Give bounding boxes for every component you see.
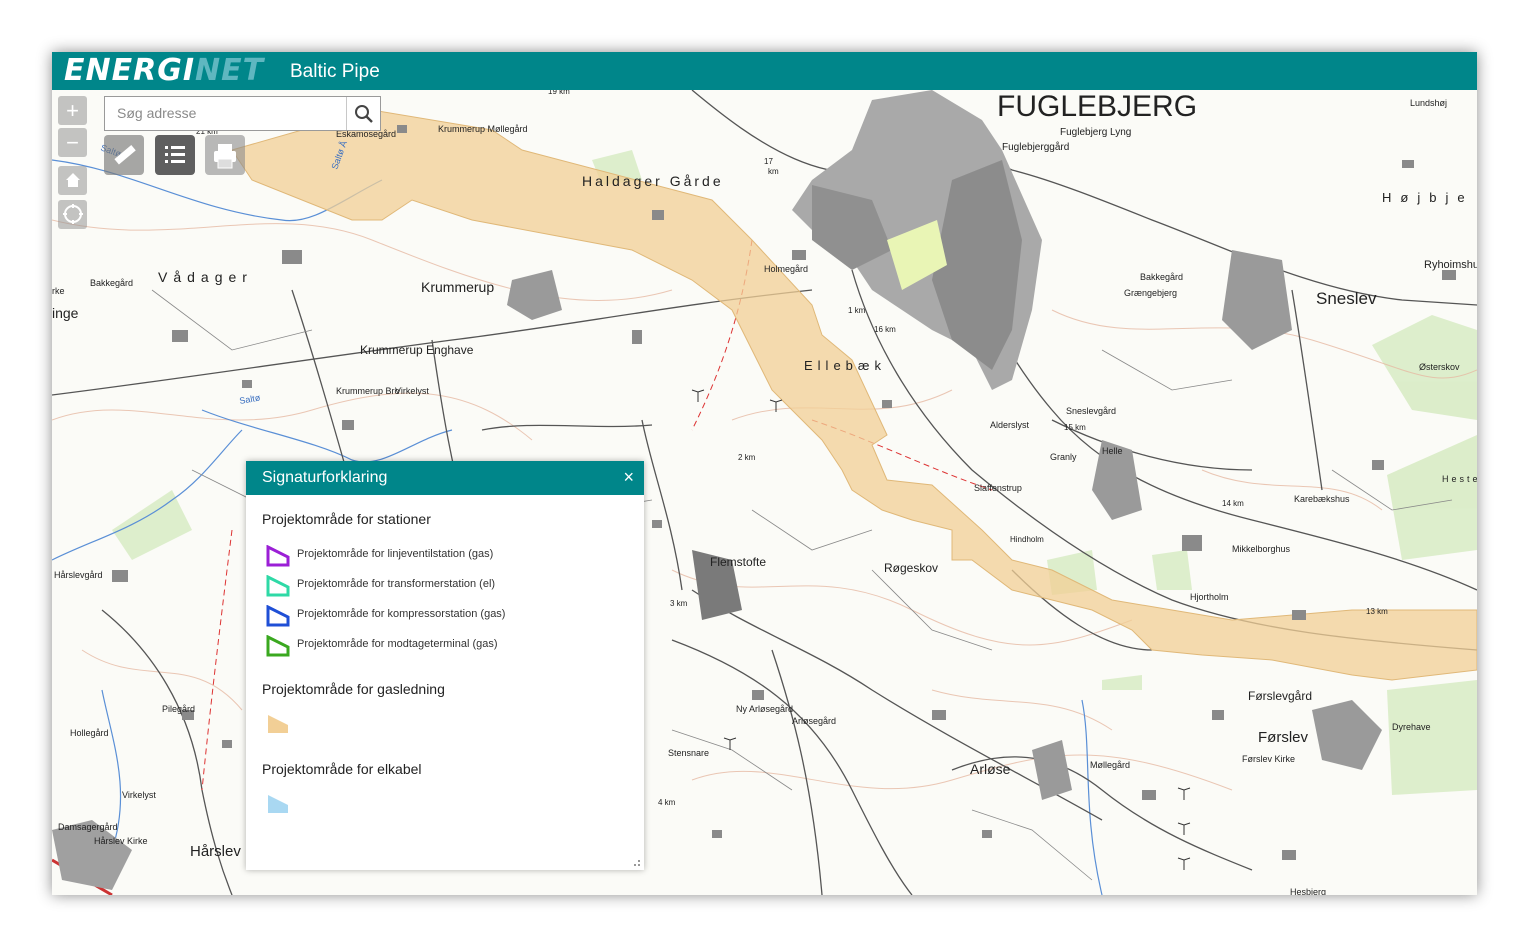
home-icon — [65, 173, 80, 187]
svg-text:Slaffenstrup: Slaffenstrup — [974, 483, 1022, 493]
svg-text:km: km — [768, 167, 779, 176]
svg-text:Hestehave: Hestehave — [1442, 474, 1477, 484]
app-header: ENERGINET Baltic Pipe — [52, 52, 1477, 90]
svg-text:Førslevgård: Førslevgård — [1248, 689, 1312, 703]
svg-text:Dyrehave: Dyrehave — [1392, 722, 1431, 732]
legend-header: Signaturforklaring × — [246, 461, 644, 495]
svg-text:Grængebjerg: Grængebjerg — [1124, 288, 1177, 298]
cable-area-swatch-icon — [268, 795, 288, 813]
svg-text:Hesbjerg: Hesbjerg — [1290, 887, 1326, 895]
svg-text:Ny Arløsegård: Ny Arløsegård — [736, 704, 793, 714]
svg-text:Møllegård: Møllegård — [1090, 760, 1130, 770]
home-button[interactable] — [58, 166, 87, 195]
svg-text:14 km: 14 km — [1222, 499, 1244, 508]
svg-text:2 km: 2 km — [738, 453, 756, 462]
svg-text:Førslev Kirke: Førslev Kirke — [1242, 754, 1295, 764]
svg-text:13 km: 13 km — [1366, 607, 1388, 616]
svg-text:17: 17 — [764, 157, 773, 166]
measure-icon — [114, 144, 136, 165]
station-outline-icon — [266, 575, 290, 597]
svg-text:rke: rke — [52, 286, 65, 296]
svg-text:Krummerup Enghave: Krummerup Enghave — [360, 343, 474, 357]
gas-area-swatch-icon — [268, 715, 288, 733]
close-icon[interactable]: × — [623, 467, 634, 488]
svg-text:Vådager: Vådager — [158, 269, 253, 285]
legend-list-icon — [165, 146, 185, 163]
svg-text:Østerskov: Østerskov — [1419, 362, 1460, 372]
legend-group-title: Projektområde for stationer — [262, 511, 431, 527]
svg-text:Mikkelborghus: Mikkelborghus — [1232, 544, 1291, 554]
svg-text:Røgeskov: Røgeskov — [884, 561, 938, 575]
measure-button[interactable] — [104, 135, 144, 175]
svg-text:Hollegård: Hollegård — [70, 728, 109, 738]
station-outline-icon — [266, 605, 290, 627]
svg-text:Haldager Gårde: Haldager Gårde — [582, 173, 724, 189]
legend-button[interactable] — [155, 135, 195, 175]
legend-group-title: Projektområde for gasledning — [262, 681, 445, 697]
svg-text:Helle: Helle — [1102, 446, 1123, 456]
app-window: ENERGINET Baltic Pipe FUGLEBJERG Fuglebj… — [52, 52, 1477, 895]
app-title: Baltic Pipe — [290, 61, 380, 82]
svg-text:Hindholm: Hindholm — [1010, 535, 1044, 544]
station-outline-icon — [266, 545, 290, 567]
svg-text:Bakkegård: Bakkegård — [1140, 272, 1183, 282]
svg-text:Karebækshus: Karebækshus — [1294, 494, 1350, 504]
svg-text:Hårslev Kirke: Hårslev Kirke — [94, 836, 148, 846]
svg-text:Højbje: Højbje — [1382, 190, 1474, 205]
svg-text:Ryhoimshus: Ryhoimshus — [1424, 259, 1477, 271]
svg-text:Hårslev: Hårslev — [190, 843, 241, 860]
svg-text:Sneslev: Sneslev — [1316, 289, 1377, 308]
search-input[interactable] — [105, 97, 353, 128]
svg-text:inge: inge — [52, 305, 79, 321]
svg-text:Stensnare: Stensnare — [668, 748, 709, 758]
svg-text:1 km: 1 km — [848, 306, 866, 315]
locate-icon — [62, 204, 83, 224]
svg-text:Flemstofte: Flemstofte — [710, 555, 766, 569]
zoom-out-button[interactable]: − — [58, 128, 87, 157]
svg-text:Hårslevgård: Hårslevgård — [54, 570, 103, 580]
svg-text:Virkelyst: Virkelyst — [395, 386, 429, 396]
resize-handle-icon[interactable] — [633, 859, 641, 867]
svg-text:Ellebæk: Ellebæk — [804, 358, 886, 373]
svg-text:Virkelyst: Virkelyst — [122, 790, 156, 800]
search-button[interactable] — [346, 97, 380, 130]
svg-text:Sneslevgård: Sneslevgård — [1066, 406, 1116, 416]
svg-text:Arløse: Arløse — [970, 761, 1011, 777]
legend-title: Signaturforklaring — [262, 469, 388, 486]
svg-text:Holmegård: Holmegård — [764, 264, 808, 274]
svg-text:Krummerup Bro: Krummerup Bro — [336, 386, 400, 396]
svg-text:Lundshøj: Lundshøj — [1410, 98, 1447, 108]
minus-icon: − — [66, 130, 79, 155]
zoom-in-button[interactable]: + — [58, 96, 87, 125]
svg-text:15 km: 15 km — [1064, 423, 1086, 432]
station-outline-icon — [266, 635, 290, 657]
svg-text:Fuglebjerg Lyng: Fuglebjerg Lyng — [1060, 127, 1131, 138]
svg-text:Arløsegård: Arløsegård — [792, 716, 836, 726]
print-icon — [214, 144, 236, 169]
svg-text:Førslev: Førslev — [1258, 729, 1308, 746]
svg-text:Hjortholm: Hjortholm — [1190, 592, 1229, 602]
svg-text:FUGLEBJERG: FUGLEBJERG — [997, 90, 1197, 123]
search-box — [104, 96, 381, 131]
svg-text:19 km: 19 km — [548, 90, 570, 96]
search-icon — [355, 105, 373, 123]
svg-text:Krummerup Møllegård: Krummerup Møllegård — [438, 124, 528, 134]
svg-text:Granly: Granly — [1050, 452, 1077, 462]
svg-text:Pilegård: Pilegård — [162, 704, 195, 714]
legend-panel: Signaturforklaring × Projektområde for s… — [246, 461, 644, 870]
svg-text:Krummerup: Krummerup — [421, 279, 494, 295]
svg-text:Fuglebjerggård: Fuglebjerggård — [1002, 141, 1069, 153]
svg-text:3 km: 3 km — [670, 599, 688, 608]
svg-text:16 km: 16 km — [874, 325, 896, 334]
energinet-logo: ENERGINET — [64, 53, 265, 88]
legend-group-title: Projektområde for elkabel — [262, 761, 422, 777]
locate-button[interactable] — [58, 200, 87, 229]
print-button[interactable] — [205, 135, 245, 175]
svg-text:Bakkegård: Bakkegård — [90, 278, 133, 288]
plus-icon: + — [66, 98, 79, 123]
svg-text:4 km: 4 km — [658, 798, 676, 807]
svg-text:Damsagergård: Damsagergård — [58, 822, 118, 832]
svg-text:Alderslyst: Alderslyst — [990, 420, 1030, 430]
